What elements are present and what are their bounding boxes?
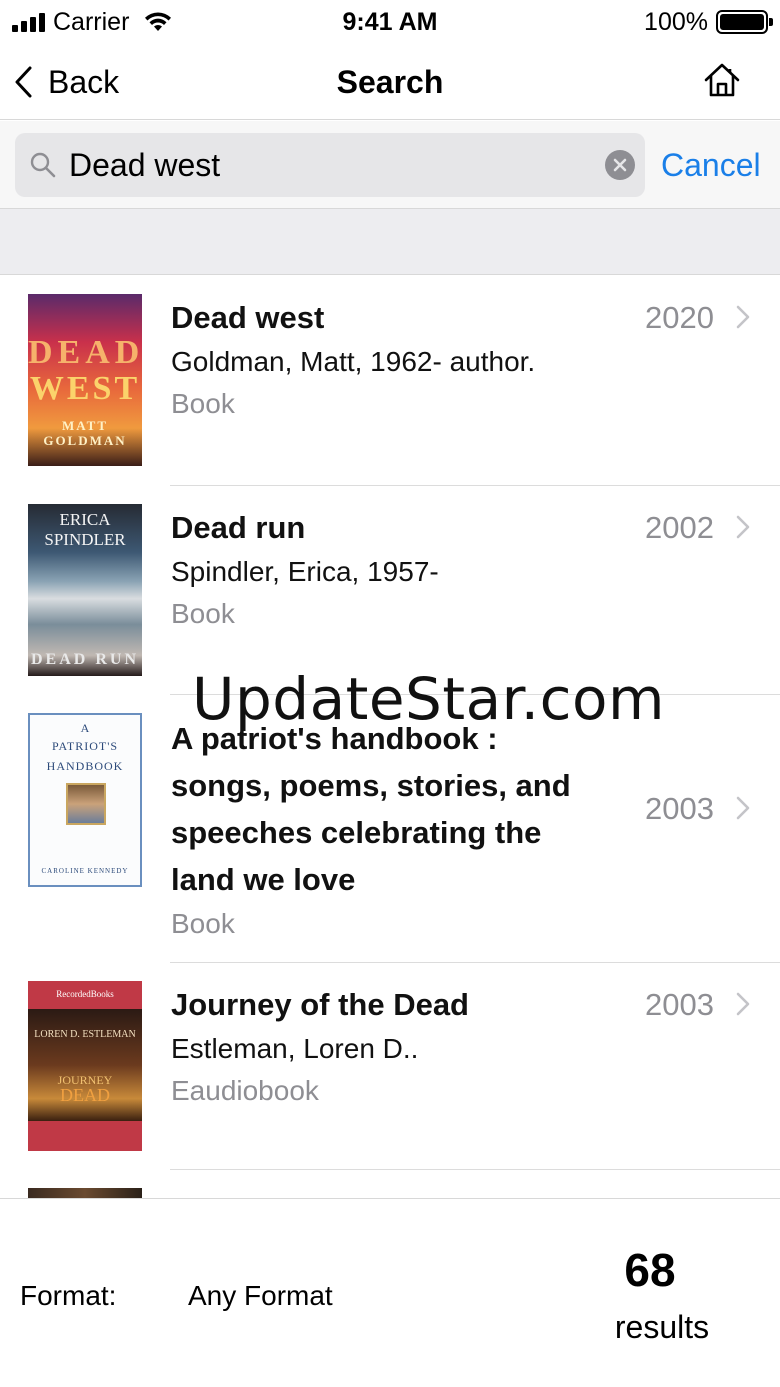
search-input[interactable] [69, 133, 599, 197]
watermark: UpdateStar.com [192, 665, 665, 733]
book-cover: RecordedBooks LOREN D. ESTLEMAN JOURNEY … [28, 981, 142, 1151]
back-label: Back [48, 64, 120, 100]
results-list[interactable]: DEAD WEST MATT GOLDMAN Dead west Goldman… [0, 276, 780, 1198]
format-selector[interactable]: Any Format [188, 1279, 333, 1313]
book-cover: A PATRIOT'S HANDBOOK CAROLINE KENNEDY [28, 713, 142, 887]
cover-title-line: PATRIOT'S [51, 739, 119, 753]
result-title: A patriot's handbook : songs, poems, sto… [171, 721, 571, 897]
result-format: Book [171, 388, 235, 419]
cover-author-line: LOREN D. ESTLEMAN [34, 1029, 136, 1040]
close-icon [613, 158, 627, 172]
chevron-right-icon [736, 305, 750, 329]
result-row[interactable]: DEAD WEST MATT GOLDMAN Dead west Goldman… [0, 276, 780, 486]
section-spacer [0, 209, 780, 275]
result-count: 68 [624, 1244, 676, 1296]
result-row[interactable]: RecordedBooks LOREN D. ESTLEMAN JOURNEY … [0, 963, 780, 1170]
result-author: Goldman, Matt, 1962- author. [171, 346, 536, 377]
clear-search-button[interactable] [605, 150, 635, 180]
format-label: Format: [20, 1280, 117, 1311]
navigation-bar: Back Search [0, 44, 780, 120]
cover-title-line: WEST [29, 370, 141, 407]
result-row[interactable]: ERICA SPINDLER DEAD RUN Dead run Spindle… [0, 486, 780, 695]
result-title: Dead west [171, 300, 325, 335]
result-year: 2003 [645, 987, 714, 1022]
cover-author-line: ERICA SPINDLER [44, 510, 126, 549]
cover-title-line: HANDBOOK [46, 759, 124, 773]
result-year: 2020 [645, 300, 714, 335]
cancel-button[interactable]: Cancel [661, 145, 761, 185]
result-title: Dead run [171, 510, 306, 545]
book-cover [28, 1188, 142, 1198]
book-cover: ERICA SPINDLER DEAD RUN [28, 504, 142, 676]
cover-title-line: DEAD [60, 1085, 110, 1105]
battery-icon [716, 10, 773, 34]
chevron-left-icon [15, 66, 32, 98]
search-icon [30, 152, 56, 178]
back-button[interactable]: Back [12, 62, 119, 102]
cover-title-line: DEAD RUN [31, 651, 139, 668]
result-year: 2002 [645, 510, 714, 545]
results-footer: Format: Any Format 68 results [0, 1198, 780, 1387]
search-field[interactable] [15, 133, 645, 197]
chevron-right-icon [736, 992, 750, 1016]
result-format: Eaudiobook [171, 1075, 319, 1106]
search-bar: Cancel [0, 121, 780, 209]
cover-title-line: A [80, 721, 90, 735]
result-author: Estleman, Loren D.. [171, 1033, 419, 1064]
result-author: Spindler, Erica, 1957- [171, 556, 439, 587]
status-bar: Carrier 9:41 AM 100% [0, 0, 780, 44]
result-year: 2003 [645, 791, 714, 826]
result-count-label: results [614, 1309, 710, 1345]
cover-title-line: DEAD [28, 334, 142, 371]
cover-author-line: CAROLINE KENNEDY [41, 867, 129, 875]
battery-percent: 100% [644, 8, 708, 36]
cover-portrait [66, 783, 106, 825]
cover-publisher-line: RecordedBooks [56, 989, 114, 999]
result-row[interactable] [0, 1170, 780, 1198]
result-row[interactable]: A PATRIOT'S HANDBOOK CAROLINE KENNEDY A … [0, 695, 780, 963]
chevron-right-icon [736, 515, 750, 539]
result-format: Book [171, 598, 235, 629]
home-icon[interactable] [702, 60, 742, 100]
cover-author-line: MATT GOLDMAN [43, 418, 127, 448]
chevron-right-icon [736, 796, 750, 820]
status-right: 100% [644, 8, 773, 36]
result-format: Book [171, 908, 235, 939]
book-cover: DEAD WEST MATT GOLDMAN [28, 294, 142, 466]
result-title: Journey of the Dead [171, 987, 469, 1022]
